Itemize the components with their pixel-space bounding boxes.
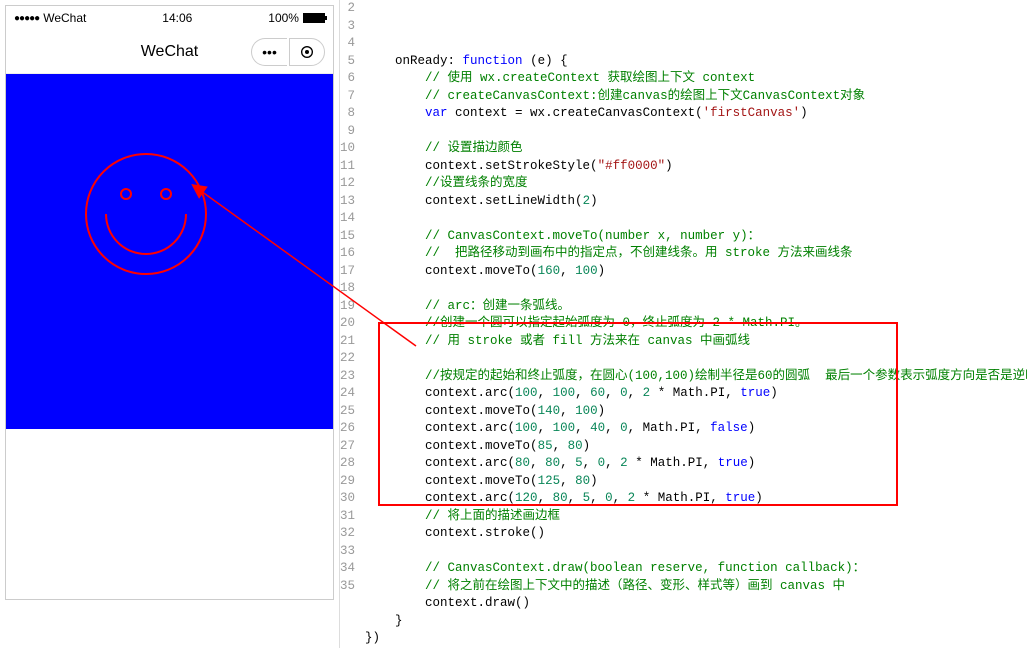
target-icon (299, 44, 315, 60)
line-number: 31 (340, 508, 355, 526)
code-line[interactable]: // 将上面的描述画边框 (365, 508, 1027, 526)
phone-frame: ●●●●● WeChat 14:06 100% WeChat ••• (5, 5, 334, 600)
status-right: 100% (268, 11, 325, 25)
code-line[interactable]: //设置线条的宽度 (365, 175, 1027, 193)
code-line[interactable]: // 用 stroke 或者 fill 方法来在 canvas 中画弧线 (365, 333, 1027, 351)
line-number: 3 (340, 18, 355, 36)
code-line[interactable]: context.setLineWidth(2) (365, 193, 1027, 211)
nav-buttons: ••• (251, 38, 325, 66)
line-number: 10 (340, 140, 355, 158)
code-line[interactable]: // arc：创建一条弧线。 (365, 298, 1027, 316)
line-number: 2 (340, 0, 355, 18)
code-line[interactable]: // CanvasContext.draw(boolean reserve, f… (365, 560, 1027, 578)
canvas-area[interactable] (6, 74, 333, 429)
line-number: 18 (340, 280, 355, 298)
smiley-drawing (46, 114, 246, 314)
carrier-text: WeChat (43, 11, 86, 25)
line-number: 9 (340, 123, 355, 141)
line-number: 8 (340, 105, 355, 123)
line-number: 24 (340, 385, 355, 403)
code-line[interactable]: context.arc(100, 100, 60, 0, 2 * Math.PI… (365, 385, 1027, 403)
code-line[interactable]: context.arc(120, 80, 5, 0, 2 * Math.PI, … (365, 490, 1027, 508)
line-number: 5 (340, 53, 355, 71)
nav-title: WeChat (141, 43, 199, 61)
code-line[interactable]: context.stroke() (365, 525, 1027, 543)
code-line[interactable]: context.moveTo(160, 100) (365, 263, 1027, 281)
code-line[interactable]: // 使用 wx.createContext 获取绘图上下文 context (365, 70, 1027, 88)
line-number: 13 (340, 193, 355, 211)
line-number: 35 (340, 578, 355, 596)
code-line[interactable]: context.setStrokeStyle("#ff0000") (365, 158, 1027, 176)
line-number-gutter: 2345678910111213141516171819202122232425… (340, 0, 365, 648)
code-line[interactable]: var context = wx.createCanvasContext('fi… (365, 105, 1027, 123)
line-number: 4 (340, 35, 355, 53)
line-number: 14 (340, 210, 355, 228)
line-number: 16 (340, 245, 355, 263)
ellipsis-icon: ••• (262, 44, 277, 60)
code-line[interactable] (365, 280, 1027, 298)
line-number: 17 (340, 263, 355, 281)
code-line[interactable] (365, 123, 1027, 141)
status-bar: ●●●●● WeChat 14:06 100% (6, 6, 333, 30)
code-line[interactable]: // 将之前在绘图上下文中的描述（路径、变形、样式等）画到 canvas 中 (365, 578, 1027, 596)
close-button[interactable] (289, 38, 325, 66)
code-line[interactable]: // 设置描边颜色 (365, 140, 1027, 158)
code-line[interactable]: context.arc(80, 80, 5, 0, 2 * Math.PI, t… (365, 455, 1027, 473)
code-line[interactable]: context.draw() (365, 595, 1027, 613)
line-number: 34 (340, 560, 355, 578)
code-line[interactable]: onReady: function (e) { (365, 53, 1027, 71)
line-number: 33 (340, 543, 355, 561)
code-line[interactable] (365, 210, 1027, 228)
code-line[interactable] (365, 350, 1027, 368)
status-time: 14:06 (162, 11, 192, 25)
code-line[interactable]: //创建一个圆可以指定起始弧度为 0，终止弧度为 2 * Math.PI。 (365, 315, 1027, 333)
line-number: 12 (340, 175, 355, 193)
code-line[interactable]: context.moveTo(125, 80) (365, 473, 1027, 491)
battery-percent: 100% (268, 11, 299, 25)
line-number: 15 (340, 228, 355, 246)
code-line[interactable]: }) (365, 630, 1027, 648)
menu-button[interactable]: ••• (251, 38, 287, 66)
code-line[interactable]: // 把路径移动到画布中的指定点，不创建线条。用 stroke 方法来画线条 (365, 245, 1027, 263)
code-line[interactable]: context.arc(100, 100, 40, 0, Math.PI, fa… (365, 420, 1027, 438)
nav-bar: WeChat ••• (6, 30, 333, 74)
signal-icon: ●●●●● (14, 13, 39, 24)
code-line[interactable]: // createCanvasContext:创建canvas的绘图上下文Can… (365, 88, 1027, 106)
line-number: 22 (340, 350, 355, 368)
line-number: 25 (340, 403, 355, 421)
phone-preview-panel: ●●●●● WeChat 14:06 100% WeChat ••• (0, 0, 340, 648)
line-number: 21 (340, 333, 355, 351)
status-left: ●●●●● WeChat (14, 11, 86, 25)
code-content[interactable]: onReady: function (e) { // 使用 wx.createC… (365, 0, 1027, 648)
line-number: 30 (340, 490, 355, 508)
code-line[interactable] (365, 543, 1027, 561)
code-line[interactable]: // CanvasContext.moveTo(number x, number… (365, 228, 1027, 246)
line-number: 7 (340, 88, 355, 106)
line-number: 32 (340, 525, 355, 543)
line-number: 6 (340, 70, 355, 88)
line-number: 27 (340, 438, 355, 456)
line-number: 26 (340, 420, 355, 438)
code-editor-panel[interactable]: 2345678910111213141516171819202122232425… (340, 0, 1027, 648)
battery-icon (303, 13, 325, 23)
code-line[interactable]: //按规定的起始和终止弧度，在圆心(100,100)绘制半径是60的圆弧 最后一… (365, 368, 1027, 386)
code-line[interactable]: } (365, 613, 1027, 631)
line-number: 28 (340, 455, 355, 473)
line-number: 23 (340, 368, 355, 386)
line-number: 11 (340, 158, 355, 176)
code-line[interactable]: context.moveTo(85, 80) (365, 438, 1027, 456)
code-line[interactable]: context.moveTo(140, 100) (365, 403, 1027, 421)
line-number: 29 (340, 473, 355, 491)
line-number: 19 (340, 298, 355, 316)
line-number: 20 (340, 315, 355, 333)
